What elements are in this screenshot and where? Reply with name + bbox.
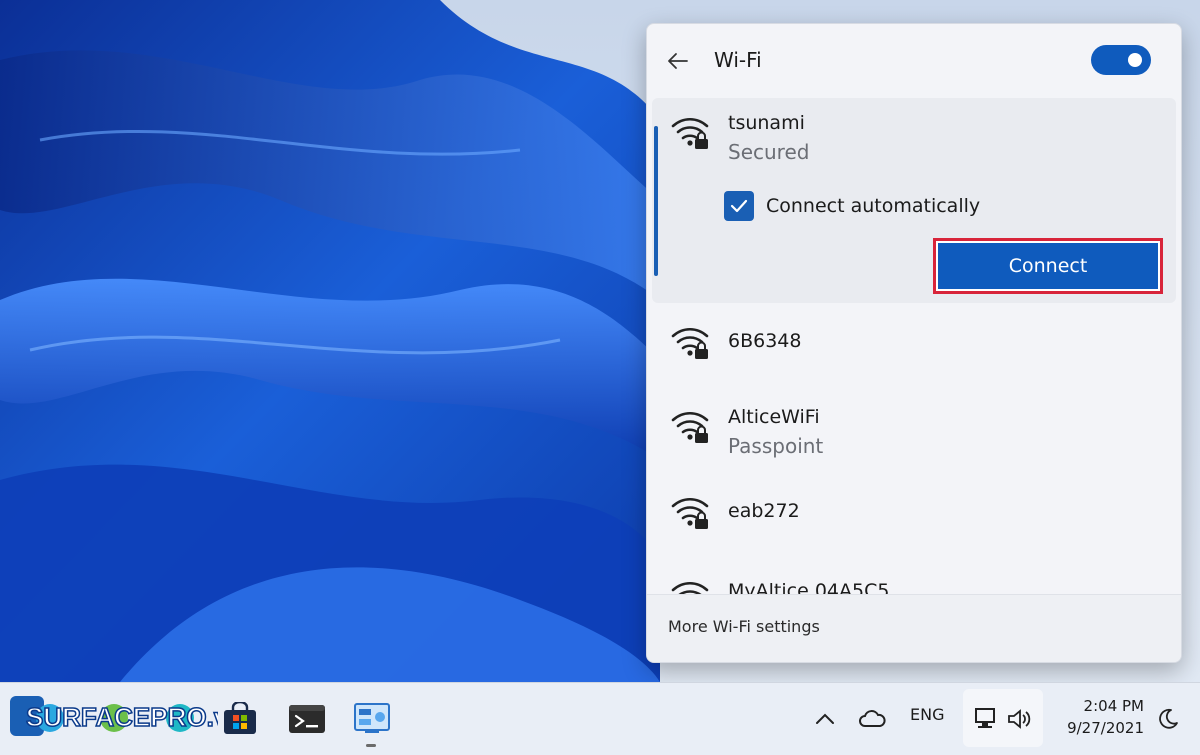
more-wifi-settings[interactable]: More Wi-Fi settings (647, 594, 1181, 662)
onedrive-button[interactable] (850, 697, 894, 741)
connect-button[interactable]: Connect (933, 238, 1163, 294)
wifi-secured-icon (671, 411, 709, 443)
running-indicator (366, 744, 376, 747)
taskbar: SURFACEPRO.vn (0, 682, 1200, 755)
connect-automatically-label: Connect automatically (766, 195, 981, 217)
network-item-eab272[interactable]: eab272 (652, 492, 1176, 562)
flyout-header: Wi-Fi (647, 24, 1181, 96)
watermark-logo: SURFACEPRO.vn (8, 687, 218, 747)
network-name: MyAltice 04A5C5 (728, 580, 890, 594)
network-icon (975, 708, 995, 728)
clock-date: 9/27/2021 (1067, 719, 1144, 737)
selection-accent-bar (654, 126, 658, 276)
back-button[interactable] (661, 44, 695, 78)
volume-icon (1008, 709, 1031, 729)
network-item-myaltice[interactable]: MyAltice 04A5C5 (652, 576, 1176, 594)
checkmark-icon (730, 199, 748, 213)
network-status: Secured (728, 140, 810, 164)
clock[interactable]: 2:04 PM 9/27/2021 (1052, 695, 1144, 739)
quick-settings-button[interactable] (963, 689, 1043, 747)
terminal-icon (289, 705, 325, 733)
terminal-button[interactable] (285, 697, 329, 741)
chevron-up-icon (816, 713, 834, 724)
control-panel-icon (354, 703, 390, 733)
connect-automatically-checkbox[interactable] (724, 191, 754, 221)
wifi-secured-icon (671, 327, 709, 359)
network-list[interactable]: tsunami Secured Connect automatically Co… (647, 98, 1181, 594)
wifi-secured-icon (671, 117, 709, 149)
control-panel-button[interactable] (350, 697, 394, 741)
panel-title: Wi-Fi (714, 48, 762, 72)
connect-automatically-row[interactable]: Connect automatically (724, 190, 980, 222)
onedrive-cloud-icon (859, 710, 886, 727)
wifi-secured-icon (671, 581, 709, 594)
wifi-toggle[interactable] (1091, 45, 1151, 75)
clock-time: 2:04 PM (1083, 697, 1144, 715)
network-name: 6B6348 (728, 330, 802, 352)
wifi-flyout: Wi-Fi tsunami Secured Connect automatica… (646, 23, 1182, 663)
network-item-tsunami[interactable]: tsunami Secured Connect automatically Co… (652, 98, 1176, 303)
network-item-alticewifi[interactable]: AlticeWiFi Passpoint (652, 398, 1176, 468)
arrow-left-icon (668, 53, 688, 69)
surfacepro-watermark-logo-icon: SURFACEPRO.vn (10, 696, 218, 736)
focus-moon-icon (1159, 708, 1178, 729)
store-icon (224, 702, 256, 734)
microsoft-store-button[interactable] (218, 697, 262, 741)
wifi-secured-icon (671, 497, 709, 529)
network-name: AlticeWiFi (728, 406, 820, 428)
focus-assist-button[interactable] (1146, 697, 1190, 741)
network-name: tsunami (728, 112, 805, 134)
more-wifi-settings-link[interactable]: More Wi-Fi settings (668, 617, 820, 636)
watermark-text: SURFACEPRO.vn (26, 702, 218, 732)
show-hidden-icons-button[interactable] (803, 697, 847, 741)
network-status: Passpoint (728, 434, 824, 458)
network-item-6b6348[interactable]: 6B6348 (652, 322, 1176, 392)
language-indicator[interactable]: ENG (910, 705, 944, 724)
toggle-knob (1128, 53, 1142, 67)
network-name: eab272 (728, 500, 800, 522)
